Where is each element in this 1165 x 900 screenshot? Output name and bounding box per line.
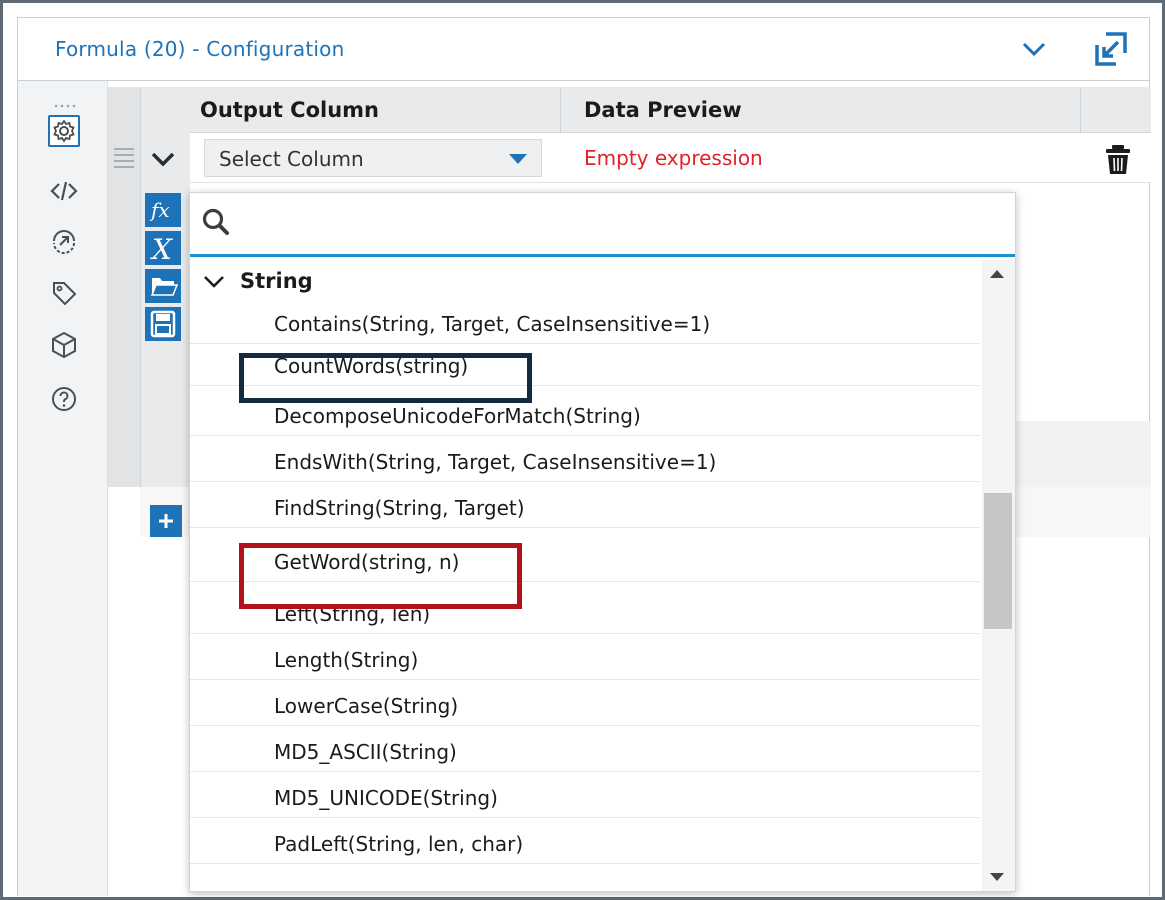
header-output-column: Output Column [200, 98, 379, 122]
tag-icon[interactable] [48, 277, 80, 309]
cube-icon[interactable] [48, 329, 80, 361]
formula-config-window: Formula (20) - Configuration Output Colu… [0, 0, 1165, 900]
function-dropdown: String Contains(String, Target, CaseInse… [189, 192, 1016, 892]
header-data-preview: Data Preview [584, 98, 742, 122]
function-item[interactable]: LowerCase(String) [190, 686, 980, 726]
navigate-icon[interactable] [48, 225, 80, 257]
function-item[interactable]: MD5_ASCII(String) [190, 732, 980, 772]
open-folder-icon[interactable] [145, 269, 181, 303]
variable-icon[interactable]: X [145, 231, 181, 265]
grid-header: Output Column Data Preview [190, 87, 1151, 133]
chevron-down-icon[interactable] [1019, 32, 1049, 66]
header-divider [560, 87, 561, 133]
search-input[interactable] [240, 203, 1000, 243]
scroll-down-arrow-icon[interactable] [990, 873, 1004, 881]
function-item[interactable]: MD5_UNICODE(String) [190, 778, 980, 818]
grip-dots-icon [54, 93, 78, 108]
caret-down-icon [509, 154, 527, 164]
category-string[interactable]: String [190, 260, 980, 304]
help-icon[interactable] [48, 383, 80, 415]
search-icon [200, 206, 232, 238]
chevron-down-icon [202, 272, 226, 292]
function-icon[interactable]: fx [145, 193, 181, 227]
function-item[interactable]: PadLeft(String, len, char) [190, 824, 980, 864]
scroll-up-arrow-icon[interactable] [990, 270, 1004, 278]
function-item[interactable]: Length(String) [190, 640, 980, 680]
chevron-down-icon[interactable] [148, 145, 178, 173]
category-label: String [240, 269, 313, 293]
save-icon[interactable] [145, 307, 181, 341]
output-column-select[interactable]: Select Column [204, 139, 542, 177]
expression-toolbar: fx X [145, 193, 181, 383]
list-scrollbar[interactable] [982, 260, 1015, 891]
select-column-label: Select Column [219, 147, 364, 171]
highlight-box-countwords [239, 353, 532, 403]
window-title: Formula (20) - Configuration [55, 37, 345, 61]
drag-handle-icon[interactable] [112, 141, 136, 177]
svg-text:X: X [150, 233, 173, 265]
plus-icon[interactable] [150, 505, 182, 537]
highlight-box-getword [239, 543, 522, 609]
preview-value: Empty expression [584, 146, 763, 170]
trash-icon[interactable] [1103, 143, 1133, 175]
side-rail [18, 81, 108, 896]
title-bar: Formula (20) - Configuration [17, 17, 1150, 81]
popout-icon[interactable] [1092, 30, 1130, 68]
settings-icon[interactable] [48, 115, 80, 147]
svg-text:fx: fx [149, 198, 170, 222]
header-divider [1080, 87, 1081, 133]
function-item[interactable]: Contains(String, Target, CaseInsensitive… [190, 304, 980, 344]
function-item[interactable]: FindString(String, Target) [190, 488, 980, 528]
function-search [190, 193, 1015, 257]
function-item[interactable]: EndsWith(String, Target, CaseInsensitive… [190, 442, 980, 482]
scroll-thumb[interactable] [984, 493, 1012, 629]
formula-row: Select Column Empty expression [190, 133, 1151, 183]
code-icon[interactable] [48, 175, 80, 207]
